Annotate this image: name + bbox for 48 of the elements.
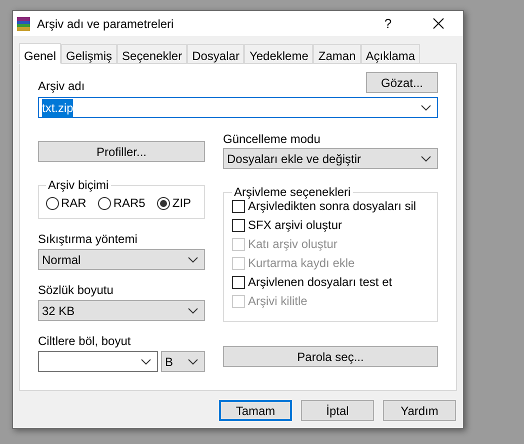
field-label: Güncelleme modu	[223, 132, 322, 146]
close-icon	[432, 18, 444, 29]
radio-option[interactable]: RAR5	[98, 194, 146, 212]
compression-dropdown[interactable]: Normal	[38, 249, 205, 270]
radio-button[interactable]	[98, 196, 112, 210]
tab[interactable]: Gelişmiş	[61, 44, 118, 63]
dialog-button[interactable]: İptal	[301, 400, 374, 421]
field-label: Arşiv adı	[38, 79, 85, 93]
radio-button[interactable]	[157, 196, 170, 210]
tab[interactable]: Zaman	[313, 44, 361, 63]
chevron-down-icon	[421, 104, 431, 110]
radio-button[interactable]	[46, 196, 59, 210]
browse-button[interactable]: Gözat...	[366, 72, 438, 93]
group-label: Arşiv biçimi	[48, 178, 109, 192]
tab[interactable]: Dosyalar	[187, 44, 244, 63]
chevron-down-icon	[141, 358, 151, 364]
books-stack-icon	[16, 16, 32, 32]
tab[interactable]: Yedekleme	[244, 44, 314, 63]
help-button[interactable]: ?	[373, 14, 403, 34]
radio-option[interactable]: RAR	[46, 194, 86, 212]
chevron-down-icon	[188, 358, 198, 364]
checkbox[interactable]	[232, 276, 245, 289]
radio-option[interactable]: ZIP	[157, 194, 192, 212]
checkbox-option[interactable]: Arşivledikten sonra dosyaları sil	[232, 200, 429, 213]
group-label: Arşivleme seçenekleri	[234, 185, 351, 199]
checkbox-option[interactable]: Arşivlenen dosyaları test et	[232, 276, 429, 289]
field-label: Sıkıştırma yöntemi	[38, 232, 138, 246]
dialog-button[interactable]: Yardım	[383, 400, 456, 421]
password-button[interactable]: Parola seç...	[223, 346, 438, 367]
volume-size-combo[interactable]	[38, 351, 158, 372]
archive-name-combo[interactable]: txt.zip	[38, 97, 438, 118]
dialog-button[interactable]: Tamam	[219, 400, 292, 421]
checkbox[interactable]	[232, 219, 245, 232]
tab[interactable]: Genel	[19, 43, 62, 64]
unit-dropdown[interactable]: B	[161, 351, 205, 372]
window-title: Arşiv adı ve parametreleri	[37, 16, 175, 32]
checkbox[interactable]	[232, 200, 245, 213]
field-label: Sözlük boyutu	[38, 283, 114, 297]
field-label: Ciltlere böl, boyut	[38, 334, 132, 348]
chevron-down-icon	[421, 156, 431, 162]
chevron-down-icon	[188, 256, 198, 262]
tab[interactable]: Seçenekler	[117, 44, 188, 63]
profiles-button[interactable]: Profiller...	[38, 141, 205, 162]
tab[interactable]: Açıklama	[360, 44, 420, 63]
update-mode-dropdown[interactable]: Dosyaları ekle ve değiştir	[223, 148, 438, 169]
dictionary-dropdown[interactable]: 32 KB	[38, 300, 205, 321]
checkbox-option[interactable]: SFX arşivi oluştur	[232, 219, 429, 232]
chevron-down-icon	[188, 308, 198, 314]
